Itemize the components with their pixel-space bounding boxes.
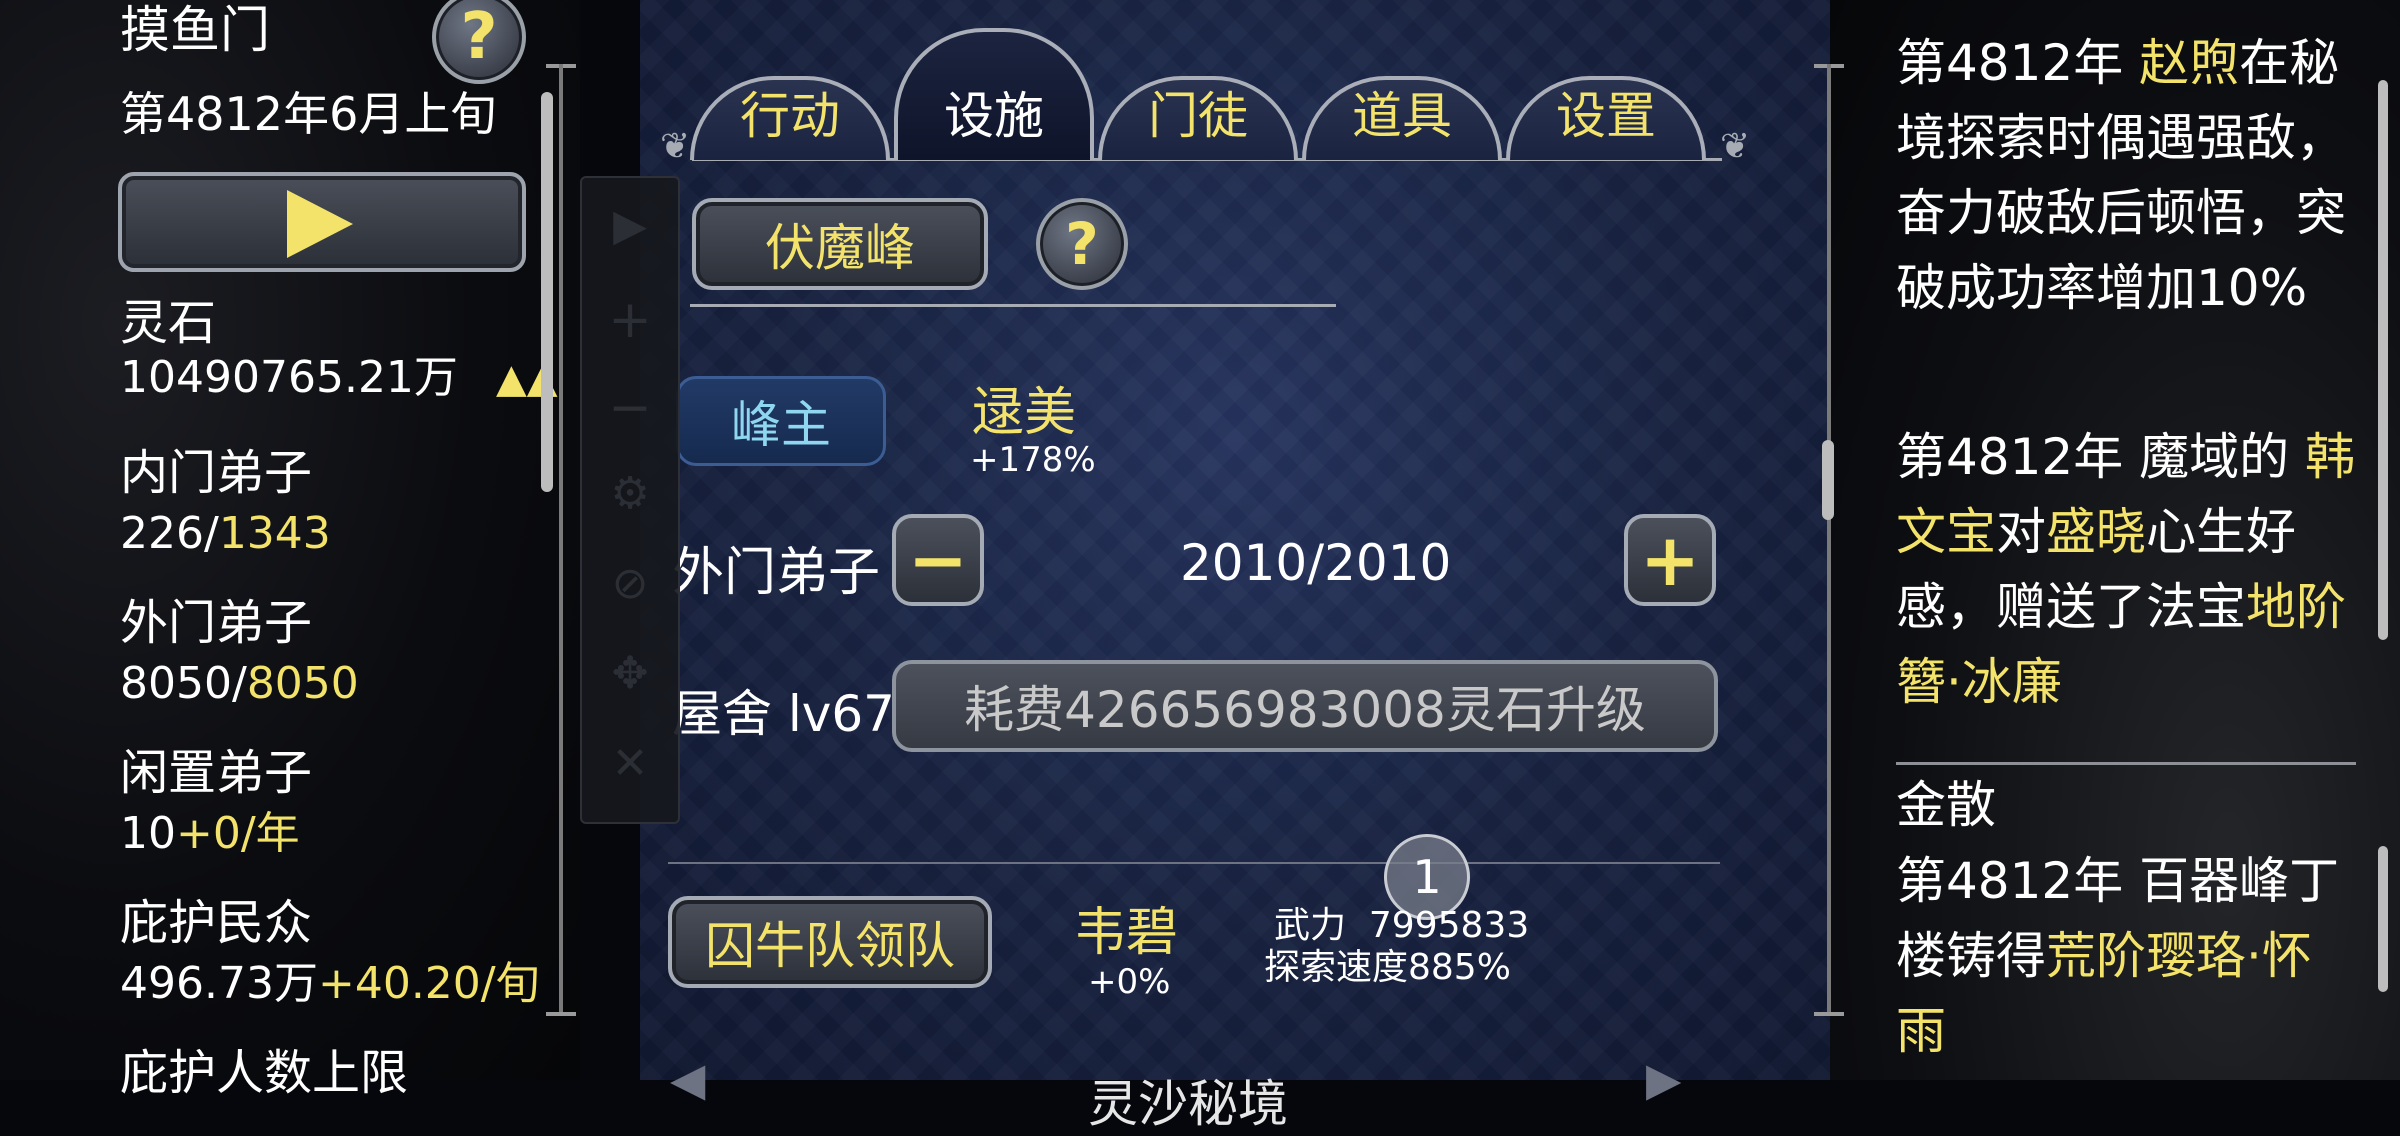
ornament-left-icon: ❦ [660, 126, 691, 167]
tab-items[interactable]: 道具 [1302, 64, 1502, 160]
tab-facility[interactable]: 设施 [894, 18, 1094, 160]
tab-settings[interactable]: 设置 [1506, 64, 1706, 160]
prev-arrow-icon[interactable]: ◀ [670, 1052, 705, 1106]
peak-master-bonus: +178% [970, 440, 1096, 480]
team-explore-speed: 探索速度885% [1264, 947, 1511, 988]
log-scrollbar-thumb[interactable] [2378, 80, 2388, 640]
log-entry: 第4812年 赵煦在秘境探索时偶遇强敌，奋力破敌后顿悟，突破成功率增加10% [1896, 26, 2356, 326]
stat-label-outer-disciples: 外门弟子 [120, 595, 313, 651]
house-level-label: 屋舍 lv67 [672, 685, 895, 743]
left-scrollbar-track[interactable] [559, 64, 563, 1016]
team-divider [668, 862, 1720, 864]
right-scrollbar-track[interactable] [1827, 64, 1831, 1016]
stat-value-idle-disciples: 10+0/年 [120, 808, 300, 859]
minus-icon[interactable]: − [582, 378, 678, 438]
ornament-right-icon: ❦ [1720, 126, 1751, 167]
date-label: 第4812年6月上旬 [120, 87, 497, 141]
stat-value-spirit-stone: 10490765.21万 ▲▲ [120, 350, 557, 407]
move-icon[interactable]: ✥ [582, 648, 678, 699]
facility-panel: ❦ ❦ 行动 设施 门徒 道具 设置 伏魔峰 ? 峰主 逯美 +178% 外门弟… [640, 0, 1830, 1133]
scrollbar-cap-bottom [1814, 1012, 1844, 1016]
stat-value-inner-disciples: 226/1343 [120, 508, 331, 559]
peak-select-button[interactable]: 伏魔峰 [692, 198, 988, 290]
log-text: 第4812年 [1896, 34, 2140, 92]
sect-name: 摸鱼门 [120, 1, 270, 59]
next-arrow-icon[interactable]: ▶ [1646, 1052, 1681, 1106]
log-entry: 第4812年 百器峰丁楼铸得荒阶璎珞·怀雨 [1896, 844, 2356, 1069]
advance-time-button[interactable] [118, 172, 526, 272]
stat-label-protection-limit: 庇护人数上限 [120, 1045, 409, 1101]
log-text: 第4812年 魔域的 [1896, 428, 2306, 486]
stat-label-inner-disciples: 内门弟子 [120, 445, 313, 501]
house-upgrade-button[interactable]: 耗费426656983008灵石升级 [892, 660, 1718, 752]
log-divider [1896, 762, 2356, 765]
log-text: 对 [1996, 503, 2046, 561]
team-leader-bonus: +0% [1088, 962, 1171, 1002]
eye-off-icon[interactable]: ⊘ [582, 558, 678, 609]
peak-master-button[interactable]: 峰主 [676, 376, 886, 466]
gear-icon[interactable]: ⚙ [582, 468, 678, 519]
peak-master-name: 逯美 [972, 383, 1077, 443]
log-entry: 金散 [1896, 768, 2356, 843]
help-icon[interactable]: ? [1036, 198, 1128, 290]
close-icon[interactable]: ✕ [582, 738, 678, 789]
section-divider [690, 304, 1336, 307]
plus-icon[interactable]: + [582, 290, 678, 350]
scrollbar-cap-bottom [546, 1012, 576, 1016]
help-icon[interactable]: ? [432, 0, 526, 84]
log-entry: 第4812年 魔域的 韩文宝对盛晓心生好感，赠送了法宝地阶簪·冰廉 [1896, 420, 2356, 720]
event-log-panel: 第4812年 赵煦在秘境探索时偶遇强敌，奋力破敌后顿悟，突破成功率增加10% 第… [1814, 0, 2400, 1080]
right-scrollbar-thumb[interactable] [1822, 440, 1834, 520]
outer-disciples-label: 外门弟子 [672, 543, 881, 603]
increase-outer-disciples-button[interactable]: + [1624, 514, 1716, 606]
left-scrollbar-thumb[interactable] [541, 92, 553, 492]
stat-value-outer-disciples: 8050/8050 [120, 658, 359, 709]
log-highlight: 赵煦 [2139, 34, 2240, 92]
stat-label-idle-disciples: 闲置弟子 [120, 745, 313, 801]
play-icon[interactable]: ▶ [582, 200, 678, 251]
decrease-outer-disciples-button[interactable]: − [892, 514, 984, 606]
left-panel: 摸鱼门 ? 第4812年6月上旬 灵石 10490765.21万 ▲▲ 内门弟子… [0, 0, 580, 1101]
tab-action[interactable]: 行动 [690, 64, 890, 160]
log-text: 金散 [1896, 776, 1996, 834]
log-highlight: 盛晓 [2046, 503, 2146, 561]
stat-value-protected-people: 496.73万+40.20/旬 [120, 958, 540, 1009]
team-leader-button[interactable]: 囚牛队领队 [668, 896, 992, 988]
log-scrollbar-thumb-lower[interactable] [2378, 846, 2388, 992]
spirit-stone-amount: 10490765.21万 [120, 352, 458, 403]
play-icon [287, 190, 353, 258]
tab-disciples[interactable]: 门徒 [1098, 64, 1298, 160]
stat-label-protected-people: 庇护民众 [120, 895, 313, 951]
floating-toolbar: ▶ + − ⚙ ⊘ ✥ ✕ [580, 176, 680, 824]
stat-label-spirit-stone: 灵石 [120, 295, 217, 351]
team-leader-name: 韦碧 [1074, 903, 1179, 963]
outer-disciples-count: 2010/2010 [1180, 534, 1452, 592]
secret-realm-label: 灵沙秘境 [1088, 1075, 1288, 1133]
